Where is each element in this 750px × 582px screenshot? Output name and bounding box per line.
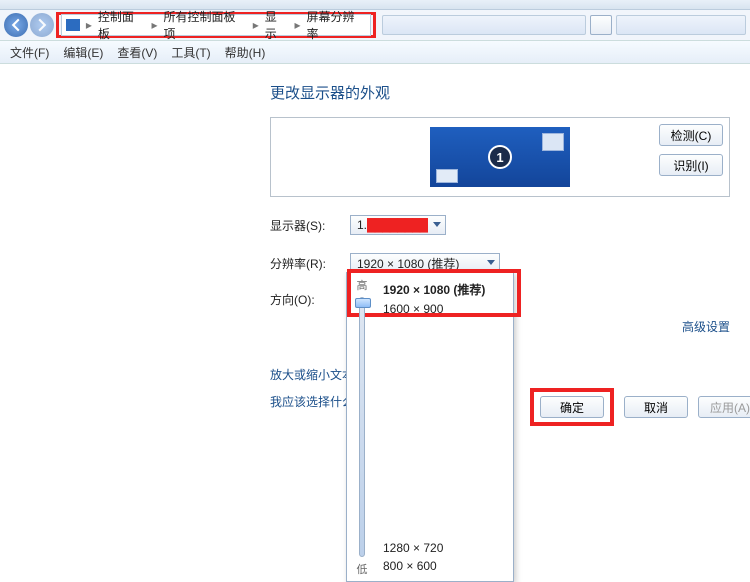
resolution-row: 分辨率(R): 1920 × 1080 (推荐) [270, 253, 728, 273]
resolution-value: 1920 × 1080 (推荐) [357, 255, 459, 272]
resolution-dropdown[interactable]: 1920 × 1080 (推荐) [350, 253, 500, 273]
address-bar[interactable]: ▸ 控制面板 ▸ 所有控制面板项 ▸ 显示 ▸ 屏幕分辨率 [61, 14, 371, 36]
menu-file[interactable]: 文件(F) [10, 44, 49, 61]
refresh-button[interactable] [590, 15, 612, 35]
display-preview-monitor[interactable]: 1 [430, 127, 570, 187]
arrow-left-icon [9, 18, 23, 32]
slider-low-label: 低 [357, 561, 368, 577]
cancel-button[interactable]: 取消 [624, 396, 688, 418]
display-preview-box: 1 检测(C) 识别(I) [270, 117, 730, 197]
resolution-dd-wrap: 1920 × 1080 (推荐) [350, 253, 500, 273]
detect-button[interactable]: 检测(C) [659, 124, 723, 146]
link-advanced-settings[interactable]: 高级设置 [682, 318, 730, 335]
breadcrumb-item[interactable]: 屏幕分辨率 [307, 8, 366, 42]
nav-row: ▸ 控制面板 ▸ 所有控制面板项 ▸ 显示 ▸ 屏幕分辨率 [0, 10, 750, 40]
search-box[interactable] [616, 15, 746, 35]
slider-high-label: 高 [357, 277, 368, 293]
orientation-label: 方向(O): [270, 291, 338, 308]
menu-help[interactable]: 帮助(H) [225, 44, 266, 61]
menu-tools[interactable]: 工具(T) [171, 44, 210, 61]
forward-button[interactable] [30, 13, 54, 37]
preview-window-icon [542, 133, 564, 151]
resolution-option[interactable]: 1280 × 720 [381, 539, 509, 557]
resolution-option[interactable]: 1600 × 900 [381, 300, 509, 318]
control-panel-window: ▸ 控制面板 ▸ 所有控制面板项 ▸ 显示 ▸ 屏幕分辨率 文件(F) 编辑(E… [0, 0, 750, 581]
back-button[interactable] [4, 13, 28, 37]
resolution-option[interactable]: 1920 × 1080 (推荐) [381, 279, 509, 300]
resolution-option[interactable]: 800 × 600 [381, 557, 509, 575]
slider-thumb[interactable] [355, 298, 371, 308]
ok-button[interactable]: 确定 [540, 396, 604, 418]
display-row: 显示器(S): 1. ████████ [270, 215, 728, 235]
resolution-slider-column: 高 低 [347, 273, 377, 581]
menu-bar: 文件(F) 编辑(E) 查看(V) 工具(T) 帮助(H) [0, 40, 750, 64]
preview-side-buttons: 检测(C) 识别(I) [659, 124, 723, 176]
menu-edit[interactable]: 编辑(E) [63, 44, 103, 61]
breadcrumb-item[interactable]: 显示 [265, 8, 289, 42]
address-remainder [382, 15, 586, 35]
breadcrumb-highlight: ▸ 控制面板 ▸ 所有控制面板项 ▸ 显示 ▸ 屏幕分辨率 [56, 12, 376, 38]
chevron-right-icon: ▸ [253, 18, 259, 32]
chevron-down-icon [433, 222, 441, 227]
page-heading: 更改显示器的外观 [270, 82, 728, 103]
resolution-slider[interactable] [359, 297, 365, 557]
preview-window-icon [436, 169, 458, 183]
ok-highlight: 确定 [530, 388, 614, 426]
display-number-badge: 1 [488, 145, 512, 169]
display-value-prefix: 1. [357, 218, 367, 232]
nav-remainder [382, 15, 746, 35]
display-value-redacted: ████████ [367, 218, 427, 232]
resolution-label: 分辨率(R): [270, 255, 338, 272]
apply-button: 应用(A) [698, 396, 750, 418]
resolution-options-list: 1920 × 1080 (推荐) 1600 × 900 1280 × 720 8… [377, 273, 513, 581]
monitor-icon [66, 19, 80, 31]
arrow-right-icon [35, 18, 49, 32]
breadcrumb-item[interactable]: 所有控制面板项 [163, 8, 246, 42]
identify-button[interactable]: 识别(I) [659, 154, 723, 176]
resolution-flyout: 高 低 1920 × 1080 (推荐) 1600 × 900 1280 × 7… [346, 272, 514, 582]
dialog-button-bar: 确定 取消 应用(A) [530, 388, 750, 426]
chevron-right-icon: ▸ [86, 18, 92, 32]
chevron-right-icon: ▸ [295, 18, 301, 32]
breadcrumb-item[interactable]: 控制面板 [98, 8, 146, 42]
chevron-right-icon: ▸ [151, 18, 157, 32]
chevron-down-icon [487, 260, 495, 265]
display-label: 显示器(S): [270, 217, 338, 234]
display-dropdown[interactable]: 1. ████████ [350, 215, 446, 235]
menu-view[interactable]: 查看(V) [117, 44, 157, 61]
